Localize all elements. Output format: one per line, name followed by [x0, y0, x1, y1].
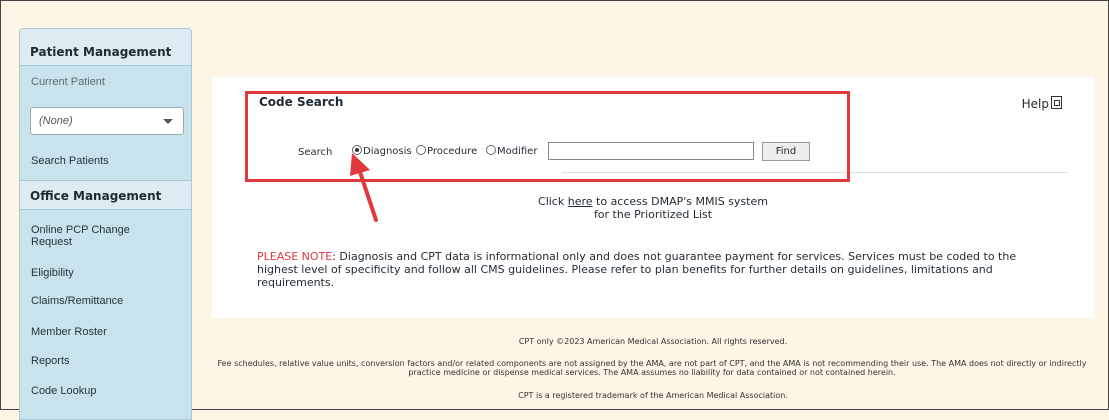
note-text: : Diagnosis and CPT data is informationa…	[257, 250, 1017, 289]
office-management-header: Office Management	[20, 180, 191, 210]
sidebar-item-eligibility[interactable]: Eligibility	[20, 267, 74, 279]
here-link[interactable]: here	[568, 195, 593, 208]
disclaimer-note: PLEASE NOTE: Diagnosis and CPT data is i…	[257, 250, 1057, 289]
sidebar-item-member-roster[interactable]: Member Roster	[20, 326, 107, 338]
click-prefix: Click	[538, 195, 568, 208]
click-suffix: to access DMAP's MMIS system	[592, 195, 768, 208]
help-label: Help	[1021, 97, 1049, 111]
footer-disclaimer: Fee schedules, relative value units, con…	[217, 359, 1087, 377]
current-patient-label: Current Patient	[31, 76, 105, 88]
document-icon	[1051, 96, 1062, 109]
patient-management-header: Patient Management	[20, 29, 191, 66]
sidebar-item-pcp-change[interactable]: Online PCP Change Request	[20, 224, 161, 248]
current-patient-value: (None)	[39, 115, 73, 127]
search-patients-link[interactable]: Search Patients	[20, 155, 109, 167]
sidebar-item-reports[interactable]: Reports	[20, 355, 70, 367]
annotation-highlight-box	[245, 91, 850, 182]
annotation-arrow-icon	[350, 153, 378, 222]
note-label: PLEASE NOTE	[257, 250, 333, 263]
current-patient-select[interactable]: (None)	[30, 107, 184, 135]
sidebar: Patient Management Current Patient (None…	[19, 28, 192, 420]
chevron-down-icon	[163, 119, 173, 124]
sidebar-item-claims[interactable]: Claims/Remittance	[20, 295, 123, 307]
footer-trademark: CPT is a registered trademark of the Ame…	[518, 391, 788, 400]
sidebar-item-code-lookup[interactable]: Code Lookup	[20, 385, 96, 397]
footer-copyright: CPT only ©2023 American Medical Associat…	[518, 337, 788, 346]
help-link[interactable]: Help	[1022, 96, 1062, 111]
